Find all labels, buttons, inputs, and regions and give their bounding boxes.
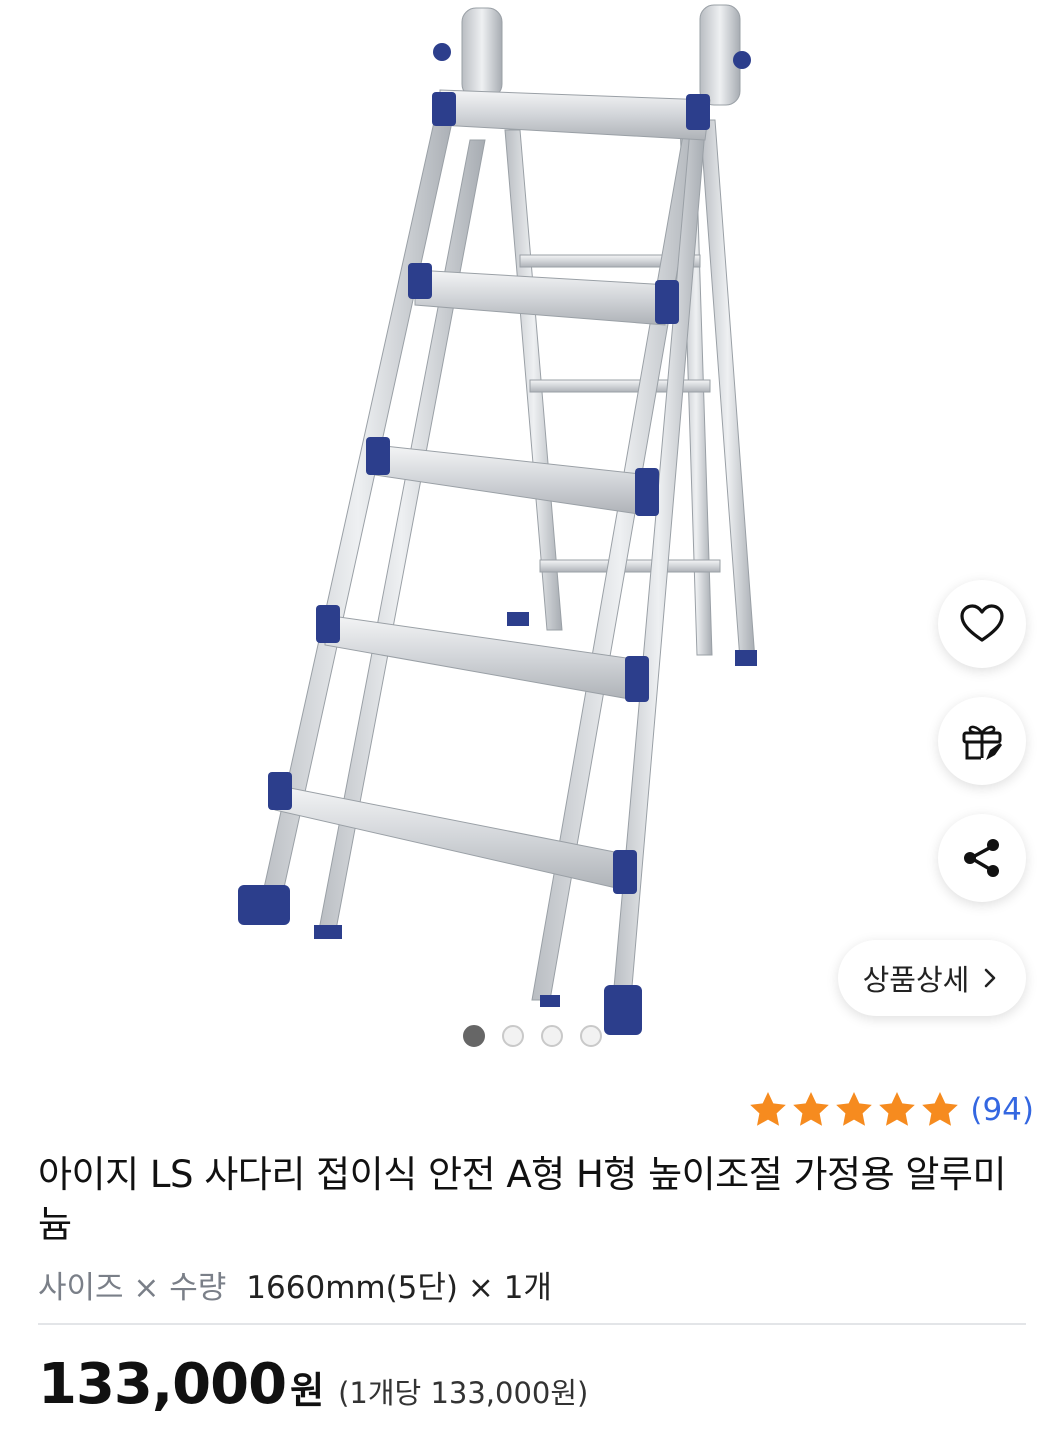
price-unit: 원 xyxy=(290,1369,325,1412)
unit-price: (1개당 133,000원) xyxy=(338,1376,589,1410)
gift-icon xyxy=(962,725,1002,760)
star-icon xyxy=(793,1092,830,1126)
product-detail-button[interactable]: 상품상세 xyxy=(838,940,1026,1016)
rating[interactable]: (94) xyxy=(748,1090,1034,1130)
review-count[interactable]: (94) xyxy=(970,1092,1034,1128)
star-icon xyxy=(879,1092,916,1126)
gallery-pager xyxy=(0,1025,1064,1047)
pager-dot[interactable] xyxy=(540,1025,563,1047)
product-title: 아이지 LS 사다리 접이식 안전 A형 H형 높이조절 가정용 알루미늄 xyxy=(38,1153,1007,1246)
selected-options: 사이즈 × 수량 1660mm(5단) × 1개 xyxy=(38,1262,552,1307)
product-detail-label: 상품상세 xyxy=(862,963,970,997)
star-icon xyxy=(922,1092,959,1126)
price-row: 133,000 원 (1개당 133,000원) xyxy=(38,1352,588,1417)
chevron-right-icon xyxy=(985,968,996,988)
price: 133,000 xyxy=(38,1352,287,1417)
pager-dot[interactable] xyxy=(501,1025,524,1047)
star-icon xyxy=(836,1092,873,1126)
product-page: 상품상세 (94) 아이지 LS 사다리 접이식 안전 A형 H형 높이조절 가… xyxy=(0,0,1064,1440)
heart-icon xyxy=(960,604,1004,642)
gift-button[interactable] xyxy=(938,697,1026,785)
pager-dot[interactable] xyxy=(462,1025,485,1047)
options-value: 1660mm(5단) × 1개 xyxy=(246,1270,552,1306)
product-gallery[interactable] xyxy=(0,0,1064,1060)
share-icon xyxy=(964,839,999,877)
wishlist-button[interactable] xyxy=(938,580,1026,668)
divider xyxy=(38,1323,1026,1325)
share-button[interactable] xyxy=(938,814,1026,902)
star-rating xyxy=(748,1090,960,1130)
product-image[interactable] xyxy=(200,0,800,1045)
options-label: 사이즈 × 수량 xyxy=(38,1270,227,1306)
star-icon xyxy=(750,1092,787,1126)
pager-dot[interactable] xyxy=(579,1025,602,1047)
